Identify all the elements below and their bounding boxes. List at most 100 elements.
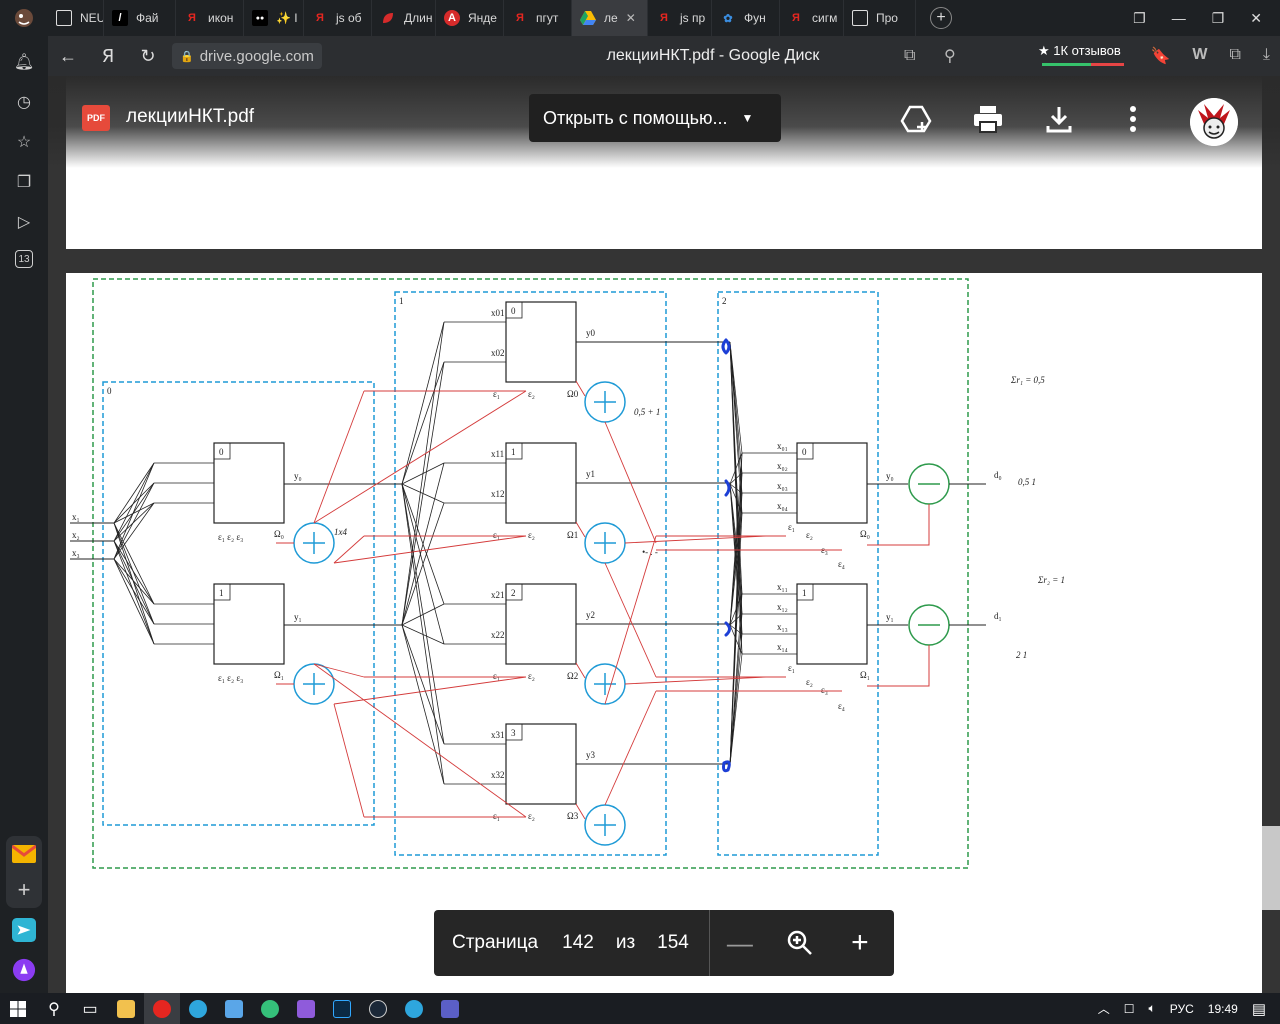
file-name: лекцииНКТ.pdf bbox=[126, 106, 255, 127]
telegram-icon[interactable] bbox=[180, 993, 216, 1024]
weight-label: x02 bbox=[491, 348, 505, 358]
browser-sidebar: 🔔︎ ◷ ☆ ❐ ▷ 13 + bbox=[0, 36, 48, 993]
yandex-browser-icon[interactable] bbox=[144, 993, 180, 1024]
mail-icon[interactable] bbox=[12, 842, 36, 866]
explorer-icon[interactable] bbox=[108, 993, 144, 1024]
tab[interactable]: Про bbox=[844, 0, 916, 36]
extensions-icon[interactable]: ⧉ bbox=[1229, 46, 1240, 66]
a-icon: A bbox=[444, 10, 460, 26]
feedback-line bbox=[333, 703, 365, 818]
alice-icon[interactable] bbox=[12, 958, 36, 982]
scrollbar-thumb[interactable] bbox=[1262, 826, 1280, 910]
l2-neuron-label: 1 bbox=[802, 588, 807, 598]
more-options-icon[interactable] bbox=[1118, 104, 1148, 134]
address-bar: ← Я ↻ 🔒 drive.google.com лекцииНКТ.pdf -… bbox=[48, 36, 1280, 76]
url-field[interactable]: 🔒 drive.google.com bbox=[172, 43, 322, 69]
l1-neuron bbox=[505, 723, 577, 805]
app-green-icon[interactable] bbox=[252, 993, 288, 1024]
avatar[interactable] bbox=[1190, 98, 1238, 146]
tab[interactable]: Яикон bbox=[176, 0, 244, 36]
play-icon[interactable]: ▷ bbox=[12, 210, 36, 234]
search-icon[interactable]: ⚲ bbox=[36, 993, 72, 1024]
fan-line bbox=[113, 502, 155, 542]
input-label: x₂ bbox=[72, 530, 80, 540]
tab-label: ✨ I bbox=[276, 11, 298, 25]
tab[interactable]: ле ✕ bbox=[572, 0, 648, 36]
volume-icon[interactable]: 🔈︎ bbox=[1149, 1001, 1156, 1016]
bookmark-icon[interactable]: 🔖 bbox=[1150, 46, 1170, 66]
tab[interactable]: / Фай bbox=[104, 0, 176, 36]
network-icon[interactable]: ☐ bbox=[1124, 1002, 1135, 1016]
print-icon[interactable] bbox=[972, 104, 1002, 134]
new-tab-button[interactable]: + bbox=[930, 7, 952, 29]
collections-icon[interactable]: ❐ bbox=[1133, 10, 1146, 27]
bell-icon[interactable]: 🔔︎ bbox=[12, 50, 36, 74]
open-with-button[interactable]: Открыть с помощью... ▼ bbox=[529, 94, 781, 142]
l1-neuron-label: 3 bbox=[511, 728, 516, 738]
output-label: y₀ bbox=[886, 471, 894, 481]
eps-label: ε₁ bbox=[493, 389, 500, 399]
steam-icon[interactable] bbox=[360, 993, 396, 1024]
tab-close-icon[interactable]: ✕ bbox=[626, 11, 636, 25]
zoom-icon[interactable]: ⚲ bbox=[944, 46, 956, 66]
zoom-in-button[interactable]: + bbox=[830, 910, 890, 976]
tab[interactable]: Ясигм bbox=[780, 0, 844, 36]
add-panel-button[interactable]: + bbox=[12, 877, 36, 902]
l1-neuron bbox=[505, 301, 577, 383]
download-icon[interactable] bbox=[1044, 104, 1074, 134]
pdf-file-icon: PDF bbox=[82, 105, 110, 131]
tray-expand-icon[interactable]: ︿ bbox=[1098, 1000, 1110, 1017]
tab[interactable]: Япгут bbox=[504, 0, 572, 36]
tab[interactable]: ●● ✨ I bbox=[244, 0, 304, 36]
copy-icon[interactable]: ⧉ bbox=[904, 47, 915, 65]
history-icon[interactable]: ◷ bbox=[12, 90, 36, 114]
telegram-icon[interactable] bbox=[396, 993, 432, 1024]
app-icon[interactable] bbox=[216, 993, 252, 1024]
output-label: y2 bbox=[586, 610, 595, 620]
hw-mark bbox=[724, 479, 731, 497]
windows-start-icon[interactable] bbox=[0, 993, 36, 1024]
tab[interactable]: Длин bbox=[372, 0, 436, 36]
current-page-field[interactable]: 142 bbox=[562, 932, 594, 954]
tab[interactable]: NEU bbox=[48, 0, 104, 36]
w-icon[interactable]: W bbox=[1192, 46, 1207, 66]
language-indicator[interactable]: РУС bbox=[1170, 1002, 1194, 1016]
add-to-drive-icon[interactable] bbox=[900, 104, 932, 134]
eps-label: ε₂ bbox=[806, 530, 813, 540]
reviews-badge[interactable]: ★ 1К отзывов bbox=[1038, 43, 1121, 59]
omega-label: Ω₀ bbox=[860, 529, 870, 539]
notifications-icon[interactable]: ▤ bbox=[1252, 1000, 1266, 1018]
zoom-out-button[interactable]: — bbox=[710, 910, 770, 976]
zoom-fit-button[interactable] bbox=[770, 910, 830, 976]
eps-label: ε₄ bbox=[838, 701, 845, 711]
leaf-icon bbox=[380, 10, 396, 26]
messenger-icon[interactable] bbox=[12, 918, 36, 942]
eps-label: ε₂ bbox=[528, 811, 535, 821]
eps-label: ε₂ bbox=[528, 389, 535, 399]
close-button[interactable]: ✕ bbox=[1250, 10, 1262, 27]
yandex-icon: Я bbox=[660, 12, 668, 24]
collections-icon[interactable]: ❐ bbox=[12, 170, 36, 194]
back-button[interactable]: ← bbox=[48, 36, 88, 76]
star-icon[interactable]: ☆ bbox=[12, 130, 36, 154]
tab[interactable]: ✿ Фун bbox=[712, 0, 780, 36]
restore-button[interactable]: ❐ bbox=[1212, 10, 1225, 27]
cross-line bbox=[401, 361, 445, 485]
visual-studio-icon[interactable] bbox=[288, 993, 324, 1024]
clock[interactable]: 19:49 bbox=[1208, 1002, 1238, 1016]
teams-icon[interactable] bbox=[432, 993, 468, 1024]
l2-neuron bbox=[796, 583, 868, 665]
yandex-home-button[interactable]: Я bbox=[88, 36, 128, 76]
download-icon[interactable]: ⤓ bbox=[1263, 46, 1270, 66]
photoshop-icon[interactable] bbox=[324, 993, 360, 1024]
tab[interactable]: A Янде bbox=[436, 0, 504, 36]
tab[interactable]: Яjs об bbox=[304, 0, 372, 36]
task-view-icon[interactable]: ▭ bbox=[72, 993, 108, 1024]
fan-line bbox=[113, 522, 155, 625]
browser-logo-icon[interactable] bbox=[0, 0, 48, 36]
tab[interactable]: Яjs пр bbox=[648, 0, 712, 36]
minimize-button[interactable]: — bbox=[1172, 10, 1186, 26]
tab-count-badge[interactable]: 13 bbox=[15, 250, 33, 268]
reload-button[interactable]: ↻ bbox=[128, 36, 168, 76]
weight-label: x₀₁ bbox=[777, 441, 788, 451]
